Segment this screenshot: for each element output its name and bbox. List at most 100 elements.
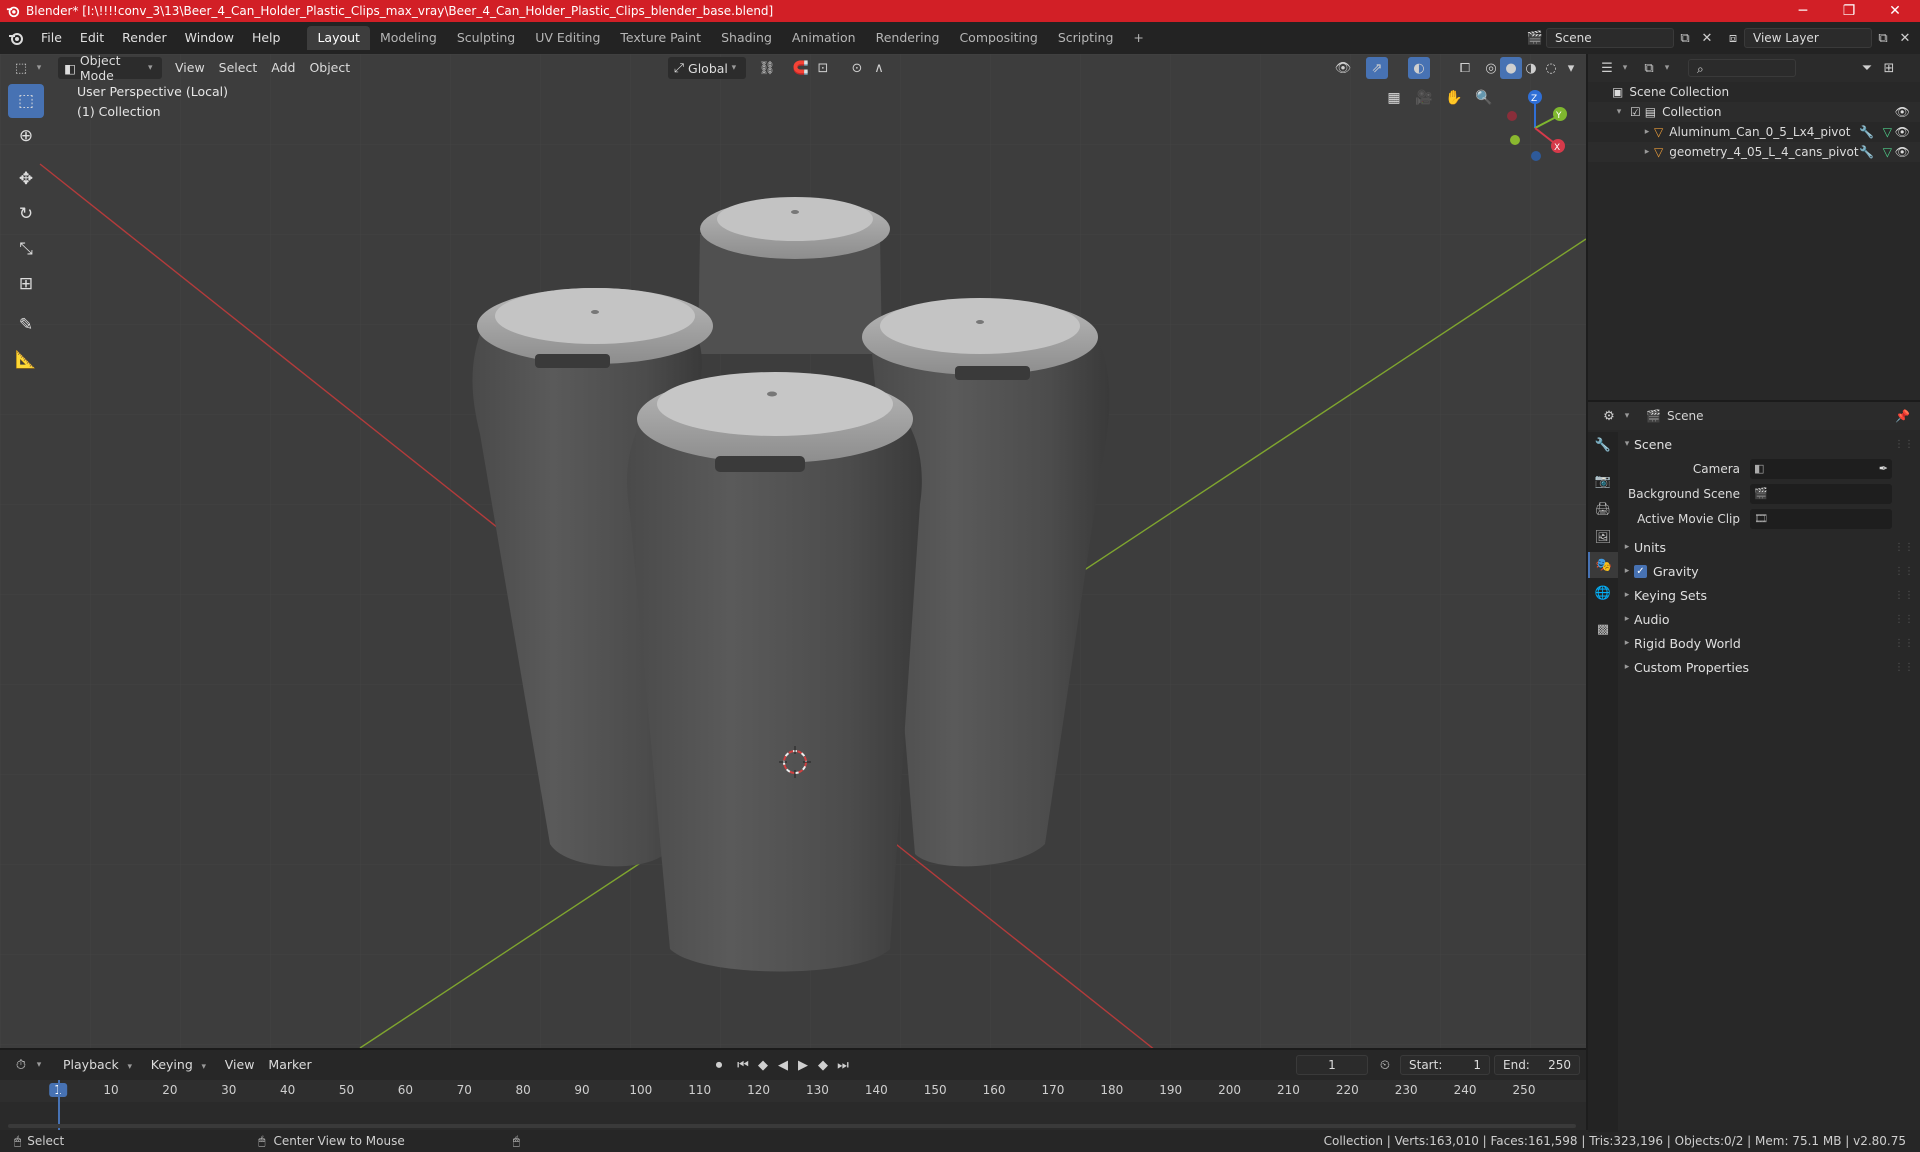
- current-frame-field[interactable]: 1: [1296, 1055, 1368, 1075]
- snap-target-icon[interactable]: ⊡: [812, 57, 834, 79]
- tab-layout[interactable]: Layout: [307, 26, 370, 50]
- xray-toggle-icon[interactable]: ⧠: [1454, 57, 1476, 79]
- background-scene-field[interactable]: 🎬: [1750, 483, 1892, 504]
- navigation-gizmo[interactable]: Z Y X: [1500, 88, 1570, 168]
- visibility-icon[interactable]: 👁: [1332, 57, 1354, 79]
- properties-editor-type-icon[interactable]: ⚙: [1598, 405, 1620, 427]
- menu-playback[interactable]: Playback ▾: [56, 1054, 144, 1076]
- modifier-icon[interactable]: 🔧: [1859, 145, 1874, 159]
- add-workspace-button[interactable]: +: [1123, 26, 1153, 50]
- tab-sculpting[interactable]: Sculpting: [447, 26, 525, 50]
- next-keyframe-icon[interactable]: ◆: [812, 1054, 834, 1076]
- pan-view-icon[interactable]: ✋: [1440, 84, 1468, 112]
- transform-tool-icon[interactable]: ⊞: [8, 267, 44, 301]
- rendered-shading-icon[interactable]: ◌: [1540, 57, 1562, 79]
- editor-type-icon[interactable]: ⬚: [10, 57, 32, 79]
- scale-tool-icon[interactable]: ⤡: [8, 232, 44, 266]
- select-box-tool-icon[interactable]: ⬚: [8, 84, 44, 118]
- record-icon[interactable]: ⏺: [708, 1054, 730, 1076]
- audio-panel[interactable]: ▸ Audio ⋮⋮: [1620, 607, 1920, 631]
- close-button[interactable]: ✕: [1872, 0, 1918, 22]
- delete-view-layer-icon[interactable]: ✕: [1894, 27, 1916, 49]
- new-collection-icon[interactable]: ⊞: [1878, 57, 1900, 79]
- timeline-scrollbar[interactable]: [8, 1124, 1576, 1128]
- mesh-data-icon[interactable]: ▽: [1883, 145, 1892, 159]
- outliner-scene-collection[interactable]: ▣ Scene Collection: [1588, 82, 1920, 102]
- tab-scripting[interactable]: Scripting: [1048, 26, 1124, 50]
- tab-animation[interactable]: Animation: [782, 26, 866, 50]
- new-scene-icon[interactable]: ⧉: [1674, 27, 1696, 49]
- menu-view[interactable]: View: [168, 57, 212, 79]
- rigid-body-world-panel[interactable]: ▸ Rigid Body World ⋮⋮: [1620, 631, 1920, 655]
- snap-icon[interactable]: 🧲: [790, 57, 812, 79]
- custom-properties-panel[interactable]: ▸ Custom Properties ⋮⋮: [1620, 655, 1920, 679]
- menu-keying[interactable]: Keying ▾: [144, 1054, 218, 1076]
- active-movie-clip-field[interactable]: 🎞: [1750, 508, 1892, 529]
- keying-sets-panel[interactable]: ▸ Keying Sets ⋮⋮: [1620, 583, 1920, 607]
- expand-collection-icon[interactable]: ▾: [1612, 107, 1626, 117]
- playhead[interactable]: [58, 1080, 60, 1130]
- jump-end-icon[interactable]: ⏭: [832, 1054, 854, 1076]
- rotate-tool-icon[interactable]: ↻: [8, 197, 44, 231]
- cursor-tool-icon[interactable]: ⊕: [8, 119, 44, 153]
- outliner-object-row[interactable]: ▸ ▽ geometry_4_05_L_4_cans_pivot 🔧 ▽ 👁: [1588, 142, 1920, 162]
- output-tab-icon[interactable]: 🖨: [1588, 496, 1618, 522]
- overlay-toggle-icon[interactable]: ◐: [1408, 57, 1430, 79]
- filter-icon[interactable]: ⏷: [1856, 57, 1878, 79]
- shading-options-icon[interactable]: ▾: [1560, 57, 1582, 79]
- annotate-tool-icon[interactable]: ✎: [8, 308, 44, 342]
- wireframe-shading-icon[interactable]: ◎: [1480, 57, 1502, 79]
- outliner-search-input[interactable]: ⌕: [1688, 59, 1796, 77]
- zoom-view-icon[interactable]: 🔍: [1470, 84, 1498, 112]
- play-icon[interactable]: ▶: [792, 1054, 814, 1076]
- delete-scene-icon[interactable]: ✕: [1696, 27, 1718, 49]
- move-tool-icon[interactable]: ✥: [8, 162, 44, 196]
- pin-icon[interactable]: 📌: [1895, 409, 1910, 423]
- collection-visibility-icon[interactable]: 👁: [1895, 105, 1910, 119]
- camera-field[interactable]: ◧ ✒: [1750, 458, 1892, 479]
- menu-marker[interactable]: Marker: [261, 1054, 318, 1076]
- tab-shading[interactable]: Shading: [711, 26, 782, 50]
- tab-rendering[interactable]: Rendering: [866, 26, 950, 50]
- scene-tab-icon[interactable]: 🎭: [1588, 552, 1618, 578]
- start-frame-field[interactable]: Start: 1: [1400, 1055, 1490, 1075]
- tab-compositing[interactable]: Compositing: [949, 26, 1047, 50]
- toggle-ortho-icon[interactable]: ▦: [1380, 84, 1408, 112]
- menu-help[interactable]: Help: [243, 27, 290, 49]
- gravity-panel[interactable]: ▸ ✓ Gravity ⋮⋮: [1620, 559, 1920, 583]
- minimize-button[interactable]: ─: [1780, 0, 1826, 22]
- display-mode-icon[interactable]: ⧉: [1638, 57, 1660, 79]
- material-shading-icon[interactable]: ◑: [1520, 57, 1542, 79]
- gravity-checkbox[interactable]: ✓: [1634, 564, 1647, 578]
- prev-keyframe-icon[interactable]: ◆: [752, 1054, 774, 1076]
- object-visibility-icon[interactable]: 👁: [1895, 145, 1910, 159]
- scene-panel-header[interactable]: ▾ Scene ⋮⋮: [1620, 432, 1920, 456]
- mesh-data-icon[interactable]: ▽: [1883, 125, 1892, 139]
- view-layer-selector[interactable]: View Layer: [1744, 28, 1872, 48]
- tab-modeling[interactable]: Modeling: [370, 26, 447, 50]
- render-tab-icon[interactable]: 📷: [1588, 468, 1618, 494]
- menu-window[interactable]: Window: [176, 27, 243, 49]
- menu-object[interactable]: Object: [302, 57, 357, 79]
- play-reverse-icon[interactable]: ◀: [772, 1054, 794, 1076]
- world-tab-icon[interactable]: 🌐: [1588, 580, 1618, 606]
- texture-tab-icon[interactable]: ▩: [1588, 616, 1618, 642]
- new-view-layer-icon[interactable]: ⧉: [1872, 27, 1894, 49]
- scene-icon[interactable]: 🎬: [1524, 27, 1546, 49]
- jump-start-icon[interactable]: ⏮: [732, 1054, 754, 1076]
- tool-tab-icon[interactable]: 🔧: [1588, 432, 1618, 458]
- outliner-editor-type-icon[interactable]: ☰: [1596, 57, 1618, 79]
- menu-file[interactable]: File: [32, 27, 71, 49]
- menu-edit[interactable]: Edit: [71, 27, 113, 49]
- orientation-dropdown[interactable]: ⤢ Global ▾: [668, 57, 746, 79]
- menu-render[interactable]: Render: [113, 27, 176, 49]
- blender-menu-icon[interactable]: [0, 30, 32, 46]
- camera-view-icon[interactable]: 🎥: [1410, 84, 1438, 112]
- timeline-track-area[interactable]: [0, 1080, 1586, 1130]
- timeline-editor-type-icon[interactable]: ⏱: [10, 1054, 32, 1076]
- solid-shading-icon[interactable]: ●: [1500, 57, 1522, 79]
- outliner-collection[interactable]: ▾ ☑ ▤ Collection 👁: [1588, 102, 1920, 122]
- gizmo-toggle-icon[interactable]: ⇗: [1366, 57, 1388, 79]
- measure-tool-icon[interactable]: 📐: [8, 343, 44, 377]
- timeline-ruler[interactable]: 1102030405060708090100110120130140150160…: [0, 1080, 1586, 1102]
